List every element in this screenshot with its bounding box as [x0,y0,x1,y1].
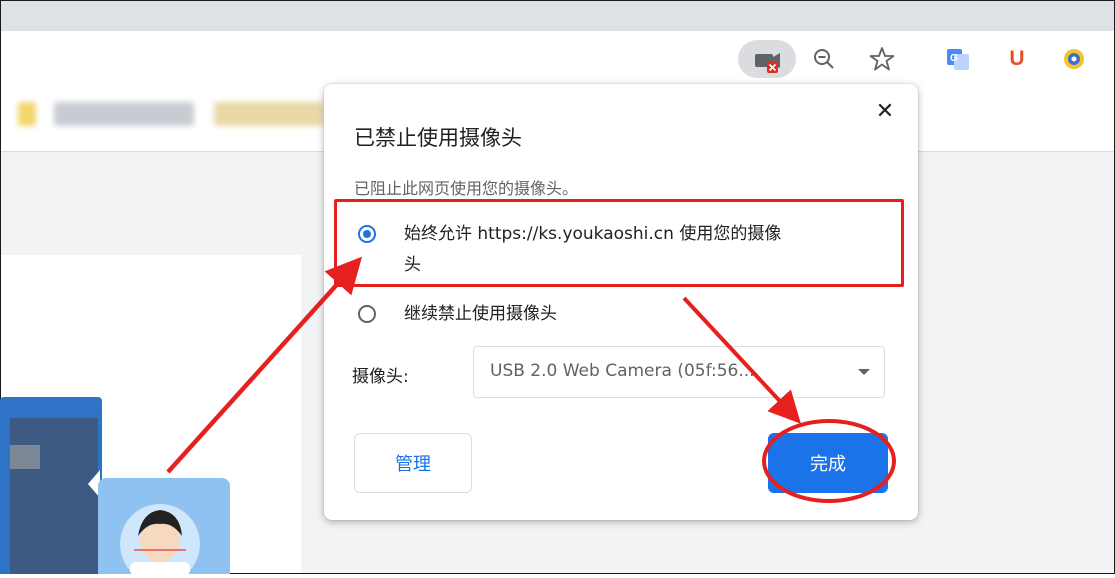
dialog-title: 已禁止使用摄像头 [354,126,522,150]
camera-select-value: USB 2.0 Web Camera (05f:56... [490,361,755,381]
camera-permission-dialog: 已禁止使用摄像头 ✕ 已阻止此网页使用您的摄像头。 始终允许 https://k… [324,84,918,520]
zoom-out-button[interactable] [808,43,840,75]
radio-allow-label-line1: 始终允许 https://ks.youkaoshi.cn 使用您的摄像 [404,224,782,244]
radio-allow[interactable] [358,225,376,243]
radio-allow-label-line2: 头 [404,255,421,275]
avatar-card [98,478,230,578]
u-extension-icon: U [1009,47,1025,70]
google-translate-icon: G [947,49,969,70]
page-illustration-block [10,445,40,469]
dialog-description: 已阻止此网页使用您的摄像头。 [354,179,579,198]
page-illustration-screen [10,418,98,574]
google-translate-button[interactable]: G [942,43,974,75]
bookmark-item[interactable] [54,102,194,126]
zoom-out-icon [814,49,834,69]
camera-blocked-button[interactable] [738,40,796,78]
manage-button[interactable]: 管理 [354,433,472,493]
extension-icon [1064,49,1084,69]
avatar [120,504,200,578]
svg-text:G: G [950,53,958,64]
bookmark-item[interactable] [214,102,324,126]
u-extension-button[interactable]: U [1001,43,1033,75]
bookmark-star-icon [869,47,895,71]
bookmark-star-button[interactable] [866,43,898,75]
radio-block-label: 继续禁止使用摄像头 [404,304,557,324]
camera-blocked-icon [755,53,780,73]
radio-block[interactable] [358,305,376,323]
chevron-down-icon [858,369,870,375]
done-button[interactable]: 完成 [768,433,888,493]
extension-button[interactable] [1058,43,1090,75]
camera-label: 摄像头: [352,367,409,387]
bookmark-favicon[interactable] [18,102,36,126]
close-icon[interactable]: ✕ [870,96,900,126]
camera-select[interactable]: USB 2.0 Web Camera (05f:56... [473,346,885,398]
tab-strip [1,1,1114,31]
